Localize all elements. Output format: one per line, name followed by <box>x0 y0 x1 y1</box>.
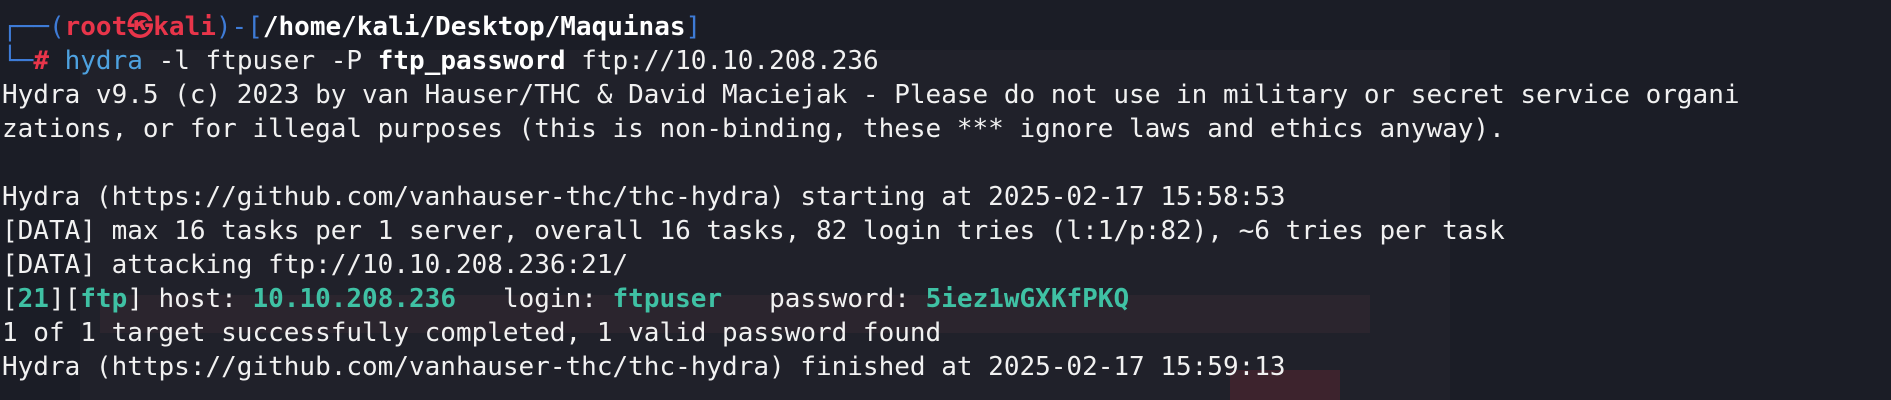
prompt-close-bracket: ] <box>685 12 702 42</box>
result-open-bracket: [ <box>2 284 18 314</box>
result-host: 10.10.208.236 <box>252 284 456 314</box>
prompt-line-top: ┌──(root㉿kali)-[/home/kali/Desktop/Maqui… <box>2 10 1891 44</box>
prompt-corner-top: ┌──( <box>2 12 65 42</box>
prompt-user: root <box>64 12 128 42</box>
command-name: hydra <box>64 46 143 76</box>
command-line[interactable]: └─# hydra -l ftpuser -P ftp_password ftp… <box>2 44 1891 78</box>
result-mid-bracket: ][ <box>48 284 81 314</box>
start-line: Hydra (https://github.com/vanhauser-thc/… <box>2 182 1286 212</box>
result-login: ftpuser <box>612 284 723 314</box>
command-flag-l: -l <box>158 46 190 76</box>
result-password: 5iez1wGXKfPKQ <box>925 284 1130 314</box>
result-close-bracket: ] <box>127 284 143 314</box>
summary-line: 1 of 1 target successfully completed, 1 … <box>2 318 942 348</box>
result-host-label: host: <box>142 284 253 314</box>
banner-line-2: zations, or for illegal purposes (this i… <box>2 114 1505 144</box>
prompt-hash: # <box>33 46 49 76</box>
finish-line: Hydra (https://github.com/vanhauser-thc/… <box>2 352 1286 382</box>
prompt-path: /home/kali/Desktop/Maquinas <box>262 12 686 42</box>
terminal-output[interactable]: ┌──(root㉿kali)-[/home/kali/Desktop/Maqui… <box>2 10 1891 384</box>
result-login-label: login: <box>455 284 613 314</box>
terminal-window[interactable]: ┌──(root㉿kali)-[/home/kali/Desktop/Maqui… <box>0 0 1891 400</box>
result-port: 21 <box>17 284 49 314</box>
banner-line-1: Hydra v9.5 (c) 2023 by van Hauser/THC & … <box>2 80 1740 110</box>
command-target: ftp://10.10.208.236 <box>581 46 879 76</box>
data-line-attacking: [DATA] attacking ftp://10.10.208.236:21/ <box>2 250 629 280</box>
command-flag-P: -P <box>330 46 363 76</box>
result-service: ftp <box>80 284 128 314</box>
result-line: [21][ftp] host: 10.10.208.236 login: ftp… <box>2 282 1891 316</box>
data-line-tasks: [DATA] max 16 tasks per 1 server, overal… <box>2 216 1505 246</box>
prompt-host: kali <box>153 12 216 42</box>
command-password-file: ftp_password <box>377 46 566 76</box>
prompt-separator: )-[ <box>215 12 263 42</box>
result-password-label: password: <box>722 284 926 314</box>
skull-icon: ㉿ <box>127 12 154 42</box>
command-login-value: ftpuser <box>205 46 316 76</box>
prompt-corner-bottom: └─ <box>2 46 34 76</box>
